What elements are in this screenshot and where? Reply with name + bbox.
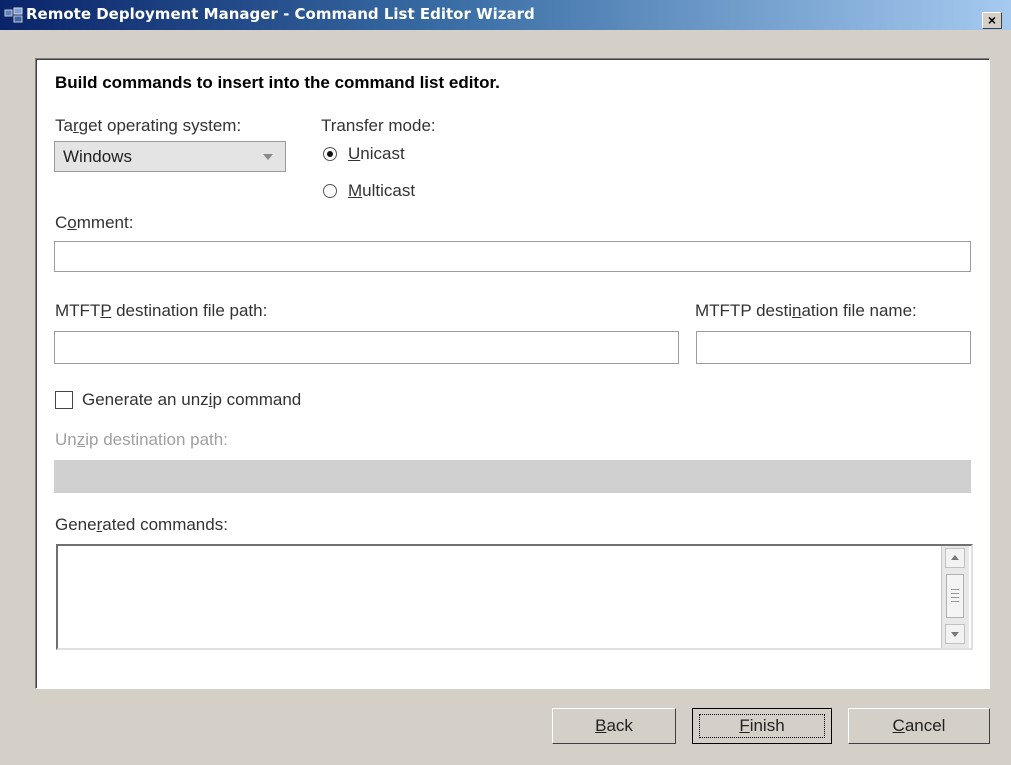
target-os-value: Windows <box>63 147 132 166</box>
generated-commands-label: Generated commands: <box>55 515 228 534</box>
chevron-down-icon <box>263 154 273 160</box>
unicast-radio[interactable] <box>323 147 337 161</box>
transfer-mode-label: Transfer mode: <box>321 116 436 135</box>
target-os-select[interactable]: Windows <box>54 141 286 172</box>
close-button[interactable]: × <box>982 12 1002 29</box>
unzip-path-label: Unzip destination path: <box>55 430 228 449</box>
window-title: Remote Deployment Manager - Command List… <box>26 5 535 23</box>
unicast-label[interactable]: Unicast <box>348 144 405 164</box>
multicast-radio[interactable] <box>323 184 337 198</box>
finish-button[interactable]: Finish <box>692 708 832 744</box>
unzip-checkbox-label[interactable]: Generate an unzip command <box>82 390 301 410</box>
scroll-down-button[interactable] <box>945 624 965 644</box>
panel-heading: Build commands to insert into the comman… <box>55 73 500 92</box>
generated-commands-scrollbar[interactable] <box>941 546 969 648</box>
comment-input[interactable] <box>54 241 971 272</box>
comment-label: Comment: <box>55 213 134 232</box>
target-os-label: Target operating system: <box>55 116 242 135</box>
back-button[interactable]: Back <box>552 708 676 744</box>
mtftp-name-input[interactable] <box>696 331 971 364</box>
cancel-button[interactable]: Cancel <box>848 708 990 744</box>
multicast-label[interactable]: Multicast <box>348 181 415 201</box>
unzip-path-input <box>54 460 971 493</box>
mtftp-path-label: MTFTP destination file path: <box>55 301 268 320</box>
mtftp-path-input[interactable] <box>54 331 679 364</box>
generated-commands-textarea[interactable] <box>56 544 973 650</box>
app-icon <box>4 7 23 23</box>
scroll-up-button[interactable] <box>945 548 965 568</box>
mtftp-name-label: MTFTP destination file name: <box>695 301 917 320</box>
unzip-checkbox[interactable] <box>55 391 73 409</box>
close-icon: × <box>987 12 997 28</box>
scroll-thumb[interactable] <box>946 574 964 618</box>
title-bar[interactable]: Remote Deployment Manager - Command List… <box>0 0 1011 30</box>
